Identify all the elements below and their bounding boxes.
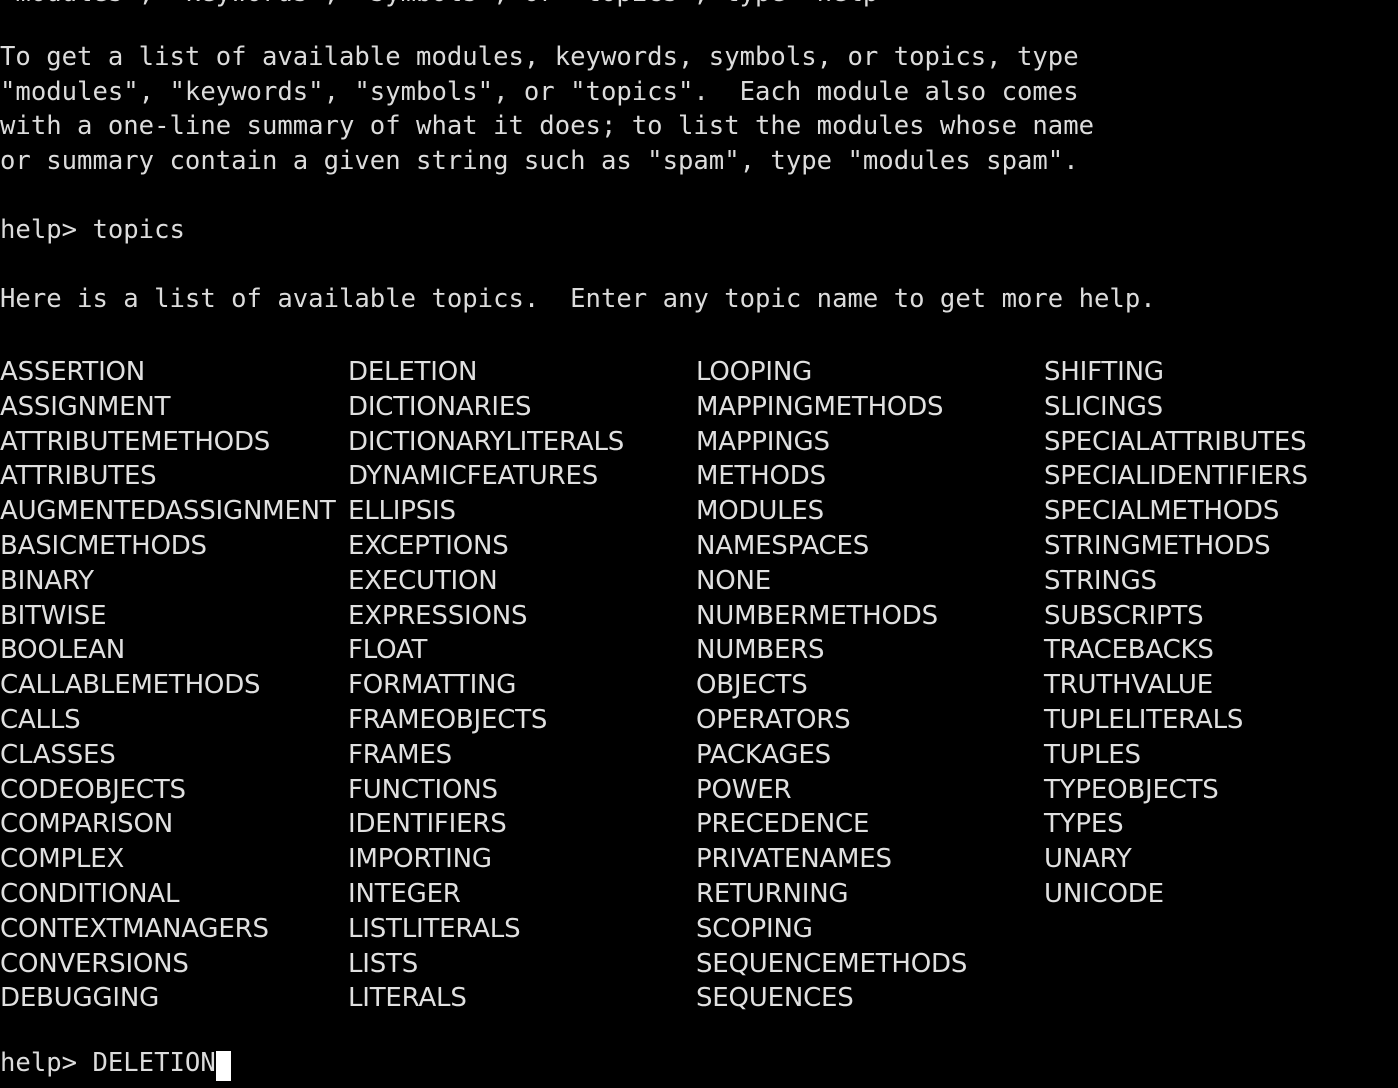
- topic-item[interactable]: NONE: [696, 564, 1044, 599]
- topic-item[interactable]: METHODS: [696, 459, 1044, 494]
- topic-item[interactable]: SEQUENCES: [696, 981, 1044, 1016]
- topic-item[interactable]: FLOAT: [348, 633, 696, 668]
- topic-item[interactable]: STRINGS: [1044, 564, 1392, 599]
- prompt-input[interactable]: DELETION: [92, 1046, 215, 1081]
- topic-item[interactable]: CONDITIONAL: [0, 877, 348, 912]
- topic-item[interactable]: TYPEOBJECTS: [1044, 773, 1392, 808]
- topic-item[interactable]: OBJECTS: [696, 668, 1044, 703]
- topic-item[interactable]: LISTS: [348, 947, 696, 982]
- topic-item[interactable]: FORMATTING: [348, 668, 696, 703]
- output-blank-line: [0, 248, 1398, 283]
- topics-list: ASSERTION ASSIGNMENT ATTRIBUTEMETHODS AT…: [0, 355, 1398, 1016]
- text-cursor: [215, 1051, 231, 1081]
- topic-item[interactable]: PRECEDENCE: [696, 807, 1044, 842]
- topic-item[interactable]: FRAMES: [348, 738, 696, 773]
- topic-item[interactable]: FRAMEOBJECTS: [348, 703, 696, 738]
- topic-item[interactable]: DICTIONARIES: [348, 390, 696, 425]
- output-line: or summary contain a given string such a…: [0, 145, 1079, 176]
- topic-item[interactable]: NUMBERMETHODS: [696, 599, 1044, 634]
- topic-item[interactable]: EXPRESSIONS: [348, 599, 696, 634]
- topic-item[interactable]: MAPPINGMETHODS: [696, 390, 1044, 425]
- topic-item[interactable]: CONTEXTMANAGERS: [0, 912, 348, 947]
- topic-item[interactable]: BITWISE: [0, 599, 348, 634]
- topic-item[interactable]: DEBUGGING: [0, 981, 348, 1016]
- output-line: "modules", "keywords", "symbols", or "to…: [0, 76, 1079, 107]
- output-line: with a one-line summary of what it does;…: [0, 111, 1095, 142]
- clipped-scrollback-line: "modules", "keywords", "symbols", or "to…: [0, 0, 1398, 12]
- topic-item[interactable]: LISTLITERALS: [348, 912, 696, 947]
- topic-item[interactable]: POWER: [696, 773, 1044, 808]
- prompt-prefix: help>: [0, 1047, 93, 1078]
- topic-item[interactable]: SPECIALATTRIBUTES: [1044, 425, 1392, 460]
- topic-item[interactable]: IDENTIFIERS: [348, 807, 696, 842]
- topic-item[interactable]: LOOPING: [696, 355, 1044, 390]
- topic-item[interactable]: TUPLELITERALS: [1044, 703, 1392, 738]
- output-blank-line: [0, 317, 1398, 352]
- topics-column-1: ASSERTION ASSIGNMENT ATTRIBUTEMETHODS AT…: [0, 355, 348, 1016]
- topic-item[interactable]: BASICMETHODS: [0, 529, 348, 564]
- topic-item[interactable]: UNICODE: [1044, 877, 1392, 912]
- topic-item[interactable]: AUGMENTEDASSIGNMENT: [0, 494, 348, 529]
- topic-item[interactable]: PRIVATENAMES: [696, 842, 1044, 877]
- topic-item[interactable]: IMPORTING: [348, 842, 696, 877]
- topic-item[interactable]: LITERALS: [348, 981, 696, 1016]
- terminal-window[interactable]: "modules", "keywords", "symbols", or "to…: [0, 0, 1398, 1088]
- terminal-output: To get a list of available modules, keyw…: [0, 40, 1398, 351]
- topic-item[interactable]: SLICINGS: [1044, 390, 1392, 425]
- topic-item[interactable]: ASSIGNMENT: [0, 390, 348, 425]
- topics-column-4: SHIFTING SLICINGS SPECIALATTRIBUTES SPEC…: [1044, 355, 1392, 1016]
- topic-item[interactable]: RETURNING: [696, 877, 1044, 912]
- scrollback-line-clipped: "modules", "keywords", "symbols", or "to…: [0, 0, 1398, 11]
- topic-item[interactable]: SUBSCRIPTS: [1044, 599, 1392, 634]
- topic-item[interactable]: TUPLES: [1044, 738, 1392, 773]
- topic-item[interactable]: FUNCTIONS: [348, 773, 696, 808]
- topic-item[interactable]: STRINGMETHODS: [1044, 529, 1392, 564]
- topic-item[interactable]: TRACEBACKS: [1044, 633, 1392, 668]
- topic-item[interactable]: SEQUENCEMETHODS: [696, 947, 1044, 982]
- topic-item[interactable]: COMPARISON: [0, 807, 348, 842]
- topic-item[interactable]: SPECIALIDENTIFIERS: [1044, 459, 1392, 494]
- topic-item[interactable]: DICTIONARYLITERALS: [348, 425, 696, 460]
- topic-item[interactable]: CALLS: [0, 703, 348, 738]
- topic-item[interactable]: OPERATORS: [696, 703, 1044, 738]
- topic-item[interactable]: SPECIALMETHODS: [1044, 494, 1392, 529]
- topics-column-2: DELETION DICTIONARIES DICTIONARYLITERALS…: [348, 355, 696, 1016]
- topic-item[interactable]: UNARY: [1044, 842, 1392, 877]
- topics-column-3: LOOPING MAPPINGMETHODS MAPPINGS METHODS …: [696, 355, 1044, 1016]
- topic-item[interactable]: ASSERTION: [0, 355, 348, 390]
- topics-heading-line: Here is a list of available topics. Ente…: [0, 284, 1156, 315]
- topic-item[interactable]: DELETION: [348, 355, 696, 390]
- topic-item[interactable]: CLASSES: [0, 738, 348, 773]
- topic-item[interactable]: BOOLEAN: [0, 633, 348, 668]
- topic-item[interactable]: MODULES: [696, 494, 1044, 529]
- topic-item[interactable]: CODEOBJECTS: [0, 773, 348, 808]
- topic-item[interactable]: TYPES: [1044, 807, 1392, 842]
- topic-item[interactable]: BINARY: [0, 564, 348, 599]
- topic-item[interactable]: ATTRIBUTES: [0, 459, 348, 494]
- prompt-line[interactable]: help> DELETION: [0, 1045, 231, 1081]
- previous-prompt-line: help> topics: [0, 214, 185, 245]
- topic-item[interactable]: NUMBERS: [696, 633, 1044, 668]
- topic-item[interactable]: ELLIPSIS: [348, 494, 696, 529]
- output-blank-line: [0, 178, 1398, 213]
- topic-item[interactable]: SHIFTING: [1044, 355, 1392, 390]
- topic-item[interactable]: EXCEPTIONS: [348, 529, 696, 564]
- topic-item[interactable]: EXECUTION: [348, 564, 696, 599]
- topic-item[interactable]: COMPLEX: [0, 842, 348, 877]
- topic-item[interactable]: NAMESPACES: [696, 529, 1044, 564]
- topic-item[interactable]: MAPPINGS: [696, 425, 1044, 460]
- topic-item[interactable]: PACKAGES: [696, 738, 1044, 773]
- topic-item[interactable]: CALLABLEMETHODS: [0, 668, 348, 703]
- output-line: To get a list of available modules, keyw…: [0, 42, 1079, 72]
- topic-item[interactable]: ATTRIBUTEMETHODS: [0, 425, 348, 460]
- topic-item[interactable]: SCOPING: [696, 912, 1044, 947]
- topic-item[interactable]: DYNAMICFEATURES: [348, 459, 696, 494]
- topic-item[interactable]: CONVERSIONS: [0, 947, 348, 982]
- topic-item[interactable]: TRUTHVALUE: [1044, 668, 1392, 703]
- topic-item[interactable]: INTEGER: [348, 877, 696, 912]
